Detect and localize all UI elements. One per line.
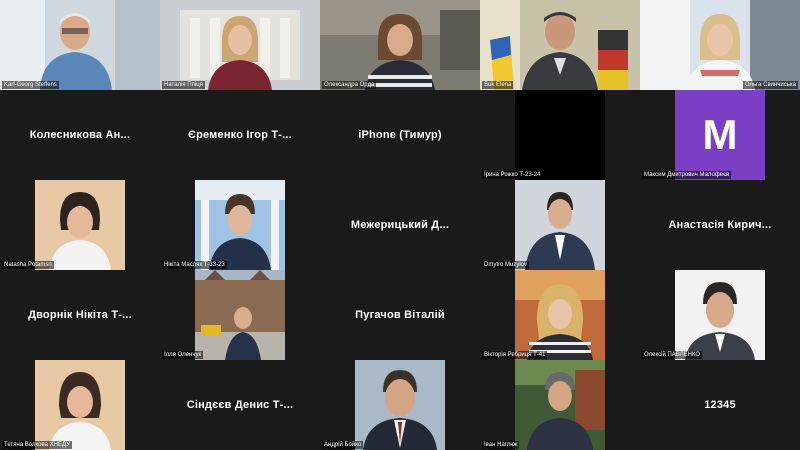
participant-video [515,180,605,270]
participant-name: iPhone (Тимур) [358,129,442,141]
participant-name: Ілля Оленчук [162,351,204,359]
participant-video [35,180,125,270]
participant-name: Колесникова Ан... [29,129,131,141]
participant-tile[interactable]: Dmytro Muzylov [480,180,640,270]
participant-name: Наталія Ппіця [162,81,205,89]
participant-tile[interactable]: Ірина Рожко Т-23-24 [480,90,640,180]
avatar: M [675,90,765,180]
participant-name: Сіндєєв Денис Т-... [186,399,294,411]
participant-tile[interactable]: Анастасія Кирич... [640,180,800,270]
participant-name: Дворнік Нікіта Т-... [28,309,132,321]
participant-tile[interactable]: Нікіта Масляк Т-33-23 [160,180,320,270]
participant-name: Максим Дмитрович Малофеєв [642,171,732,179]
participant-name: Ольга Свинчиська [742,81,798,89]
participant-tile[interactable]: Олексій ПАВЛЕНКО [640,270,800,360]
participant-video [0,0,160,90]
participant-video [160,0,320,90]
participant-video [195,270,285,360]
participant-tile[interactable]: Ілля Оленчук [160,270,320,360]
participant-name: Андрій Бойко [322,441,364,449]
participant-tile[interactable]: 12345 [640,360,800,450]
participant-tile[interactable]: Ольга Свинчиська [640,0,800,90]
participant-tile[interactable]: Єременко Ігор Т-... [160,90,320,180]
participant-video [515,270,605,360]
participant-tile[interactable]: Suk Elena [480,0,640,90]
participant-video [355,360,445,450]
participant-name: Karl-Georg Steffens [2,81,59,89]
participant-tile[interactable]: Андрій Бойко [320,360,480,450]
participant-name: 12345 [704,399,736,411]
participant-name: Іван Наглюк [482,441,520,449]
participant-name: Олексій ПАВЛЕНКО [642,351,703,359]
participant-video [640,0,800,90]
participant-tile[interactable]: Сіндєєв Денис Т-... [160,360,320,450]
participant-video [320,0,480,90]
gallery-view: Karl-Georg Steffens Наталія Ппіця Олекса… [0,0,800,450]
participant-tile[interactable]: Дворнік Нікіта Т-... [0,270,160,360]
participant-video [195,180,285,270]
participant-tile[interactable]: Олександра Орда [320,0,480,90]
participant-video [515,90,605,180]
participant-tile[interactable]: Колесникова Ан... [0,90,160,180]
participant-name: Suk Elena [482,81,514,89]
participant-video [675,270,765,360]
participant-name: Межерицький Д... [350,219,450,231]
participant-video [480,0,640,90]
participant-name: Вікторія Ребриця Т-41 [482,351,548,359]
participant-tile[interactable]: Межерицький Д... [320,180,480,270]
participant-name: Нікіта Масляк Т-33-23 [162,261,227,269]
participant-name: Пугачов Віталій [355,309,445,321]
participant-tile[interactable]: Natasha Potamsn [0,180,160,270]
participant-name: Dmytro Muzylov [482,261,530,269]
participant-name: Анастасія Кирич... [668,219,772,231]
participant-tile[interactable]: Karl-Georg Steffens [0,0,160,90]
participant-tile[interactable]: Пугачов Віталій [320,270,480,360]
participant-tile[interactable]: Наталія Ппіця [160,0,320,90]
participant-video [515,360,605,450]
participant-name: Natasha Potamsn [2,261,54,269]
participant-tile[interactable]: M Максим Дмитрович Малофеєв [640,90,800,180]
participant-name: Олександра Орда [322,81,377,89]
participant-tile[interactable]: Тетяна Волкова ХНЕДУ [0,360,160,450]
participant-name: Ірина Рожко Т-23-24 [482,171,543,179]
participant-tile[interactable]: iPhone (Тимур) [320,90,480,180]
participant-video [35,360,125,450]
participant-tile[interactable]: Вікторія Ребриця Т-41 [480,270,640,360]
participant-name: Єременко Ігор Т-... [188,129,292,141]
participant-tile[interactable]: Іван Наглюк [480,360,640,450]
participant-name: Тетяна Волкова ХНЕДУ [2,441,72,449]
